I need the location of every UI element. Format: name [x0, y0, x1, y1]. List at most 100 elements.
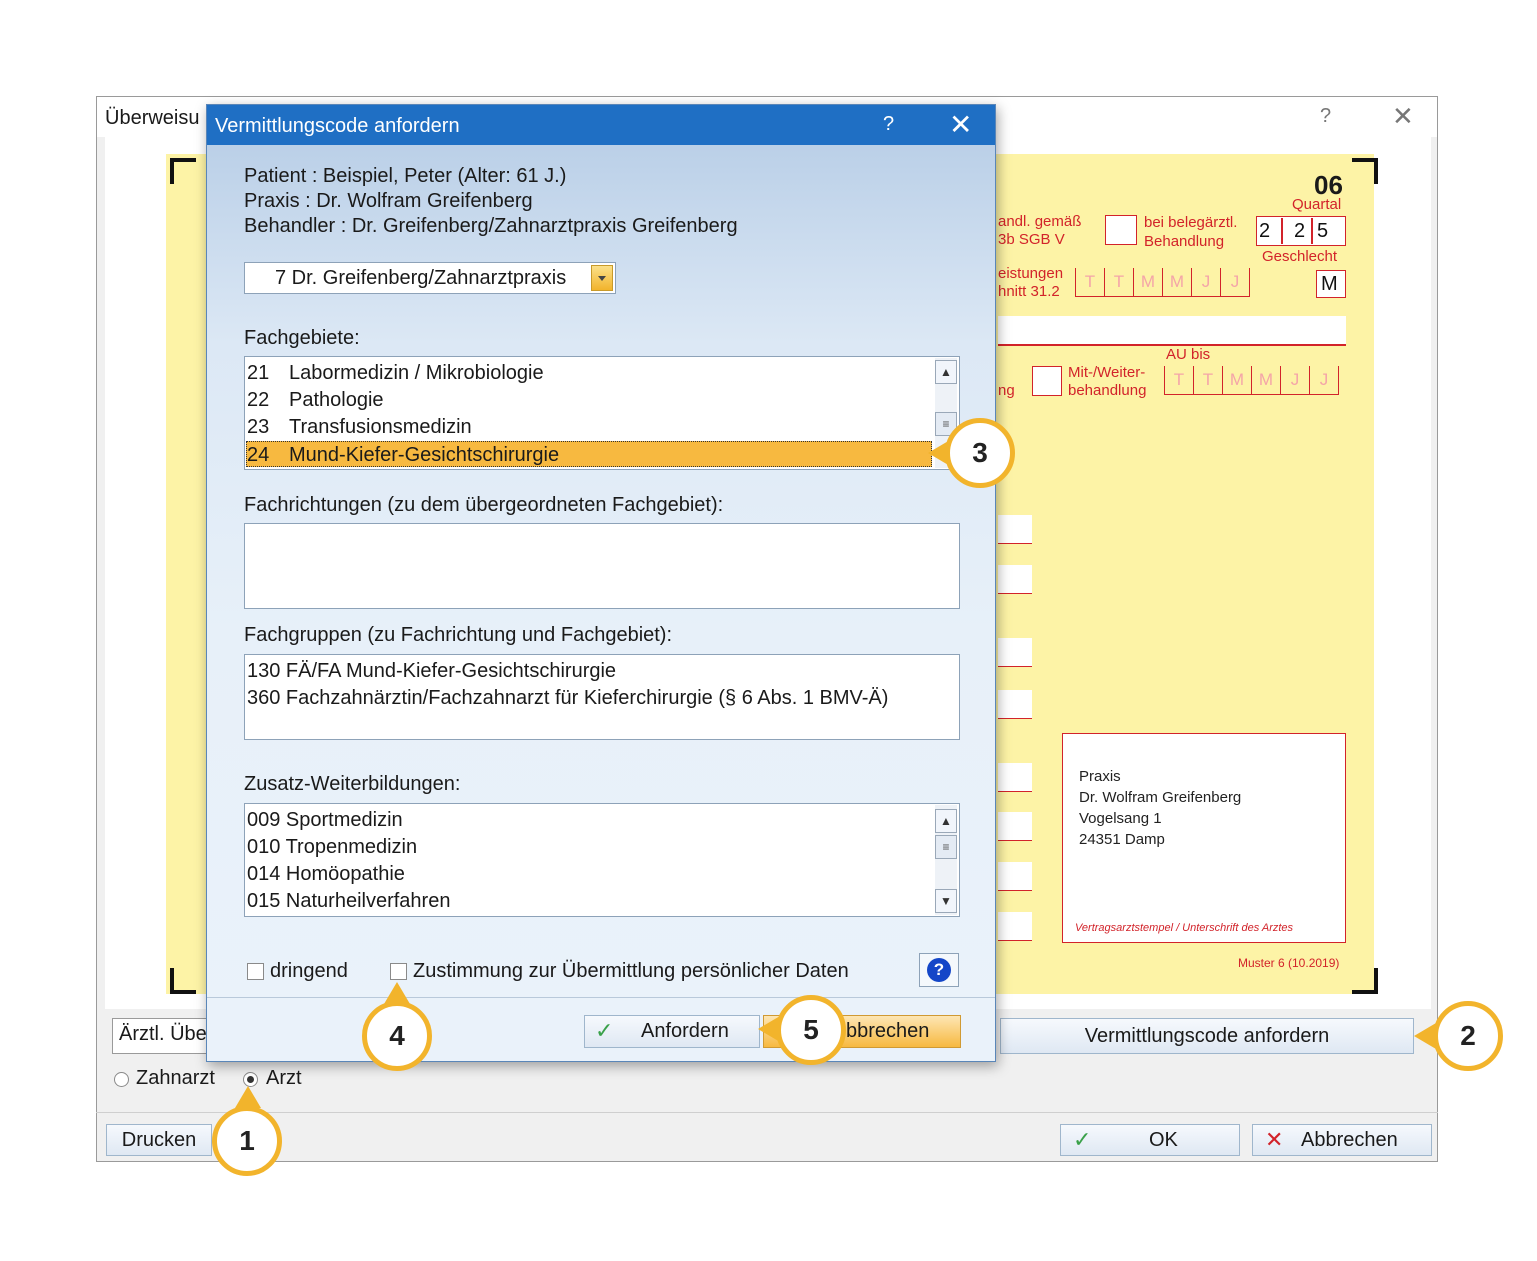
geschlecht-value: M: [1321, 273, 1338, 295]
scroll-down-icon[interactable]: ▼: [935, 889, 957, 913]
geschlecht-label: Geschlecht: [1262, 248, 1338, 265]
behandl-label-1: andl. gemäß: [998, 213, 1082, 230]
behandler-dropdown-value: 7 Dr. Greifenberg/Zahnarztpraxis: [275, 267, 567, 289]
beleg-label-1: bei belegärztl.: [1144, 214, 1238, 231]
date-char: T: [1104, 268, 1133, 296]
date-char: J: [1220, 268, 1249, 296]
callout-2: 2: [1433, 1001, 1503, 1071]
list-item[interactable]: 010 Tropenmedizin: [247, 834, 417, 860]
stamp-line: Praxis: [1079, 768, 1121, 785]
list-item[interactable]: 23 Transfusionsmedizin: [247, 414, 927, 440]
radio-zahnarzt[interactable]: [114, 1072, 129, 1087]
dringend-label: dringend: [270, 960, 348, 982]
leistungen-label-1: eistungen: [998, 265, 1064, 282]
scroll-up-icon[interactable]: ▲: [935, 809, 957, 833]
fachgruppen-label: Fachgruppen (zu Fachrichtung und Fachgeb…: [244, 624, 673, 646]
form-field[interactable]: [998, 912, 1032, 941]
date-char: J: [1191, 268, 1220, 296]
footer-divider: [96, 1112, 1438, 1113]
list-item[interactable]: 009 Sportmedizin: [247, 807, 403, 833]
help-icon[interactable]: ?: [1320, 105, 1331, 128]
fachgebiet-name: Pathologie: [289, 389, 384, 411]
list-item[interactable]: 22 Pathologie: [247, 387, 927, 413]
check-icon: ✓: [595, 1018, 614, 1043]
beleg-checkbox[interactable]: [1105, 215, 1137, 245]
radio-arzt-label: Arzt: [266, 1067, 302, 1089]
au-bis-label: AU bis: [1166, 346, 1211, 363]
check-icon: ✓: [1073, 1127, 1092, 1152]
date-char: T: [1075, 268, 1104, 296]
list-item[interactable]: 130 FÄ/FA Mund-Kiefer-Gesichtschirurgie: [247, 658, 616, 684]
date-char: T: [1164, 366, 1193, 394]
leistungen-label-2: hnitt 31.2: [998, 283, 1060, 300]
list-item-selected[interactable]: 24 Mund-Kiefer-Gesichtschirurgie: [246, 441, 932, 467]
fachrichtungen-label: Fachrichtungen (zu dem übergeordneten Fa…: [244, 494, 724, 516]
fachgebiet-name: Transfusionsmedizin: [289, 416, 472, 438]
form-field[interactable]: [998, 515, 1032, 544]
mitweiter-label-2: behandlung: [1068, 382, 1147, 399]
chevron-down-icon[interactable]: [591, 265, 613, 291]
vermittlungscode-anfordern-button[interactable]: Vermittlungscode anfordern: [1000, 1018, 1414, 1054]
help-icon[interactable]: ?: [883, 113, 894, 136]
dialog-titlebar: Vermittlungscode anfordern ? ✕: [207, 105, 995, 145]
anfordern-button[interactable]: ✓ Anfordern: [584, 1015, 760, 1048]
quartal-digit-3: 5: [1317, 220, 1329, 242]
dialog-footer-divider: [207, 997, 995, 998]
form-field[interactable]: [998, 862, 1032, 891]
ok-button[interactable]: ✓ OK: [1060, 1124, 1240, 1156]
info-button[interactable]: ?: [919, 953, 959, 987]
close-icon[interactable]: ✕: [949, 108, 972, 141]
crop-mark-bottom-left: [170, 968, 196, 994]
zusatz-scrollbar[interactable]: ▲ ≡ ▼: [935, 805, 957, 915]
date-char: M: [1162, 268, 1191, 296]
ng-label: ng: [998, 382, 1015, 399]
date-field-au-bis[interactable]: TTMMJJ: [1164, 366, 1339, 395]
zusatz-weiterbildungen-list[interactable]: 009 Sportmedizin 010 Tropenmedizin 014 H…: [244, 803, 960, 917]
diagnose-field[interactable]: [998, 316, 1346, 344]
quartal-digit-2: 2: [1294, 220, 1306, 242]
date-field-leistungen[interactable]: TTMMJJ: [1075, 268, 1250, 297]
beleg-label-2: Behandlung: [1144, 233, 1225, 250]
fachgebiete-label: Fachgebiete:: [244, 327, 360, 349]
fachgebiete-list[interactable]: 21 Labormedizin / Mikrobiologie 22 Patholo…: [244, 356, 960, 470]
dialog-title: Vermittlungscode anfordern: [215, 115, 460, 137]
form-field[interactable]: [998, 763, 1032, 792]
zusatz-weiterbildungen-label: Zusatz-Weiterbildungen:: [244, 773, 461, 795]
radio-arzt[interactable]: [243, 1072, 258, 1087]
form-field[interactable]: [998, 638, 1032, 667]
fachgebiet-name: Labormedizin / Mikrobiologie: [289, 362, 544, 384]
mitweiter-checkbox[interactable]: [1032, 366, 1062, 396]
behandl-label-2: 3b SGB V: [998, 231, 1065, 248]
abbrechen-button[interactable]: ✕ Abbrechen: [1252, 1124, 1432, 1156]
dringend-checkbox[interactable]: [247, 963, 264, 980]
quartal-divider-2: [1311, 218, 1313, 244]
list-item[interactable]: 015 Naturheilverfahren: [247, 888, 450, 914]
behandler-dropdown[interactable]: 7 Dr. Greifenberg/Zahnarztpraxis: [244, 262, 616, 294]
scroll-up-icon[interactable]: ▲: [935, 360, 957, 384]
list-item[interactable]: 014 Homöopathie: [247, 861, 405, 887]
stamp-caption: Vertragsarztstempel / Unterschrift des A…: [1075, 922, 1294, 934]
scroll-thumb[interactable]: ≡: [935, 835, 957, 859]
mitweiter-label-1: Mit-/Weiter-: [1068, 364, 1146, 381]
list-item[interactable]: 360 Fachzahnärztin/Fachzahnarzt für Kief…: [247, 685, 888, 711]
fachgruppen-list[interactable]: 130 FÄ/FA Mund-Kiefer-Gesichtschirurgie …: [244, 654, 960, 740]
list-item[interactable]: 21 Labormedizin / Mikrobiologie: [247, 360, 927, 386]
fachrichtungen-list[interactable]: [244, 523, 960, 609]
praxis-info: Praxis : Dr. Wolfram Greifenberg: [244, 190, 533, 212]
date-char: J: [1280, 366, 1309, 394]
close-icon[interactable]: ✕: [1392, 101, 1414, 132]
drucken-button[interactable]: Drucken: [106, 1124, 212, 1156]
fachgebiet-code: 24: [247, 444, 270, 466]
callout-3: 3: [945, 418, 1015, 488]
practice-stamp: Praxis Dr. Wolfram Greifenberg Vogelsang…: [1062, 733, 1346, 943]
stamp-line: 24351 Damp: [1079, 831, 1165, 848]
form-field[interactable]: [998, 690, 1032, 719]
quartal-digit-1: 2: [1259, 220, 1271, 242]
zustimmung-label: Zustimmung zur Übermittlung persönlicher…: [413, 960, 849, 982]
form-field[interactable]: [998, 812, 1032, 841]
anfordern-button-label: Anfordern: [641, 1020, 729, 1042]
form-field[interactable]: [998, 565, 1032, 594]
fachgebiet-code: 23: [247, 416, 270, 438]
zustimmung-checkbox[interactable]: [390, 963, 407, 980]
fachgebiet-code: 22: [247, 389, 270, 411]
